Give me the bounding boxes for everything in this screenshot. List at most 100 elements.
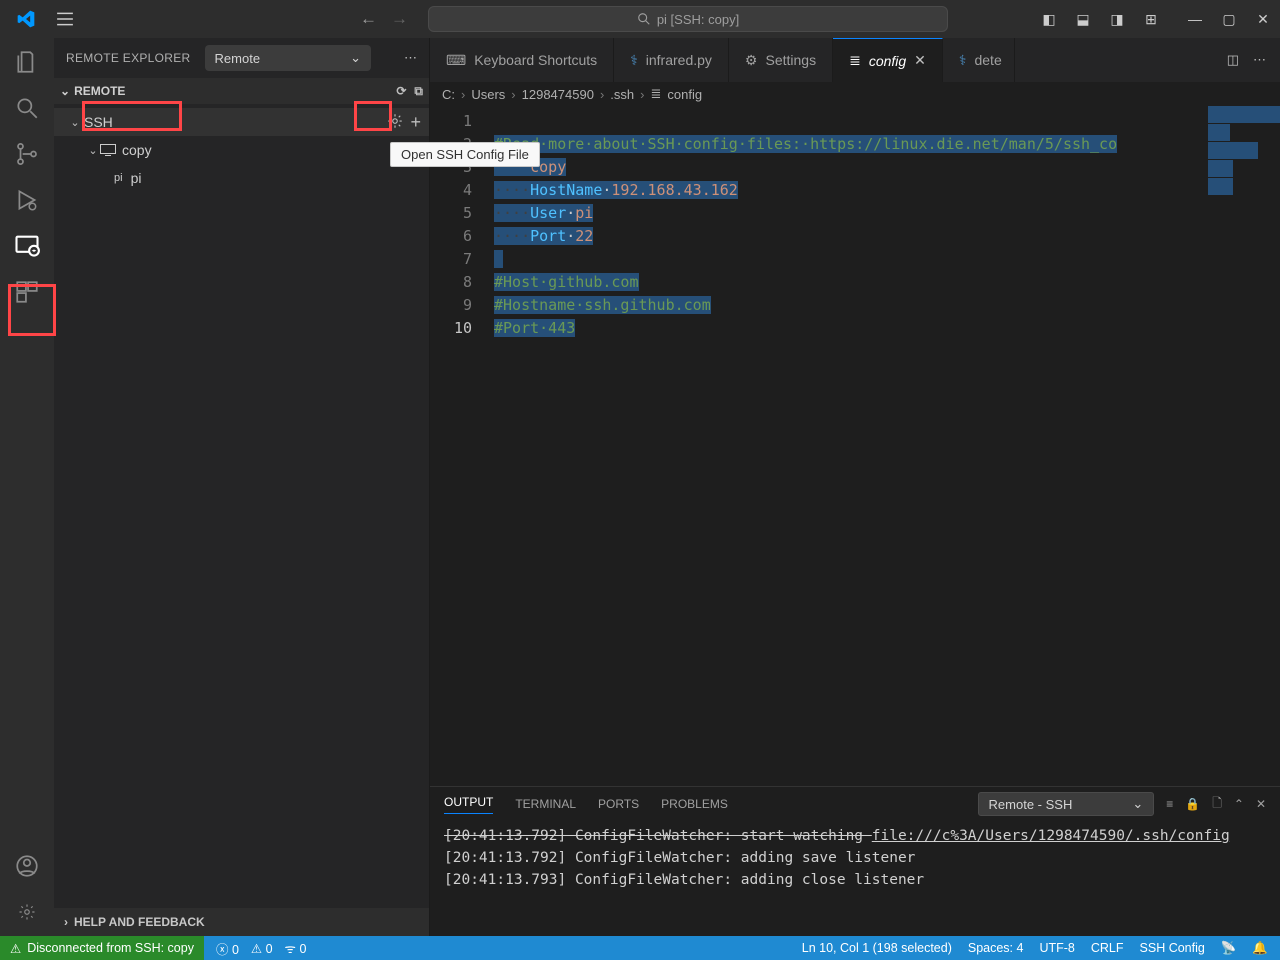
explorer-icon[interactable] bbox=[13, 48, 41, 76]
nav-back-icon[interactable]: ← bbox=[360, 9, 377, 29]
code-line: ····User·pi bbox=[494, 204, 593, 222]
breadcrumb-seg[interactable]: config bbox=[667, 87, 702, 102]
command-center[interactable]: pi [SSH: copy] bbox=[428, 6, 948, 32]
configure-ssh-icon[interactable] bbox=[386, 112, 404, 133]
minimap[interactable] bbox=[1208, 106, 1280, 786]
tab-keyboard-shortcuts[interactable]: ⌨ Keyboard Shortcuts bbox=[430, 38, 614, 82]
status-errors[interactable]: ⓧ 0 bbox=[216, 939, 239, 958]
status-remote-text: Disconnected from SSH: copy bbox=[27, 941, 194, 955]
run-debug-icon[interactable] bbox=[13, 186, 41, 214]
clear-output-icon[interactable]: 🗋 bbox=[1212, 794, 1222, 815]
tab-label: config bbox=[869, 53, 906, 69]
breadcrumb-seg[interactable]: Users bbox=[471, 87, 505, 102]
tree-label: copy bbox=[122, 142, 152, 158]
menu-icon[interactable] bbox=[56, 10, 74, 28]
status-ports[interactable]: ᯤ 0 bbox=[285, 940, 307, 957]
window-close-icon[interactable]: ✕ bbox=[1254, 11, 1272, 28]
search-icon[interactable] bbox=[13, 94, 41, 122]
layout-customize-icon[interactable]: ⊞ bbox=[1142, 11, 1160, 28]
tree-item-ssh[interactable]: ⌄ SSH + bbox=[54, 108, 429, 136]
vscode-logo-icon bbox=[16, 9, 36, 29]
remote-type-select[interactable]: Remote ⌄ bbox=[205, 45, 371, 71]
tab-infrared[interactable]: ⚕ infrared.py bbox=[614, 38, 729, 82]
status-language[interactable]: SSH Config bbox=[1140, 941, 1205, 955]
code-line: ····HostName·192.168.43.162 bbox=[494, 181, 738, 199]
title-bar: ← → pi [SSH: copy] ◧ ⬓ ◨ ⊞ — ▢ ✕ bbox=[0, 0, 1280, 38]
feedback-icon[interactable]: 📡 bbox=[1221, 941, 1237, 956]
log-line: [20:41:13.792] ConfigFileWatcher: adding… bbox=[444, 847, 1266, 869]
close-icon[interactable]: ✕ bbox=[914, 52, 926, 69]
tree-label: SSH bbox=[84, 114, 113, 130]
tab-label: Keyboard Shortcuts bbox=[474, 52, 597, 68]
status-eol[interactable]: CRLF bbox=[1091, 941, 1124, 955]
breadcrumb-seg[interactable]: 1298474590 bbox=[522, 87, 594, 102]
status-indent[interactable]: Spaces: 4 bbox=[968, 941, 1024, 955]
layout-left-icon[interactable]: ◧ bbox=[1040, 11, 1058, 28]
code-editor[interactable]: #Read·more·about·SSH·config·files:·https… bbox=[494, 106, 1280, 786]
file-icon: ≣ bbox=[849, 52, 861, 69]
breadcrumb-seg[interactable]: C: bbox=[442, 87, 455, 102]
accounts-icon[interactable] bbox=[13, 852, 41, 880]
remote-explorer-icon[interactable] bbox=[13, 232, 41, 260]
search-icon bbox=[637, 12, 651, 26]
breadcrumb-seg[interactable]: .ssh bbox=[610, 87, 634, 102]
tree-item-copy[interactable]: ⌄ copy bbox=[54, 136, 429, 164]
filter-icon[interactable]: ≡ bbox=[1166, 797, 1173, 811]
window-minimize-icon[interactable]: — bbox=[1186, 11, 1204, 27]
panel-tab-ports[interactable]: PORTS bbox=[598, 797, 639, 811]
panel-tab-problems[interactable]: PROBLEMS bbox=[661, 797, 728, 811]
sidebar-more-icon[interactable]: ⋯ bbox=[404, 50, 417, 66]
nav-forward-icon[interactable]: → bbox=[391, 9, 408, 29]
breadcrumb[interactable]: C:› Users› 1298474590› .ssh› ≣ config bbox=[430, 82, 1280, 106]
layout-bottom-icon[interactable]: ⬓ bbox=[1074, 11, 1092, 28]
panel-tab-terminal[interactable]: TERMINAL bbox=[515, 797, 576, 811]
tab-label: dete bbox=[974, 52, 1001, 68]
split-editor-icon[interactable]: ◫ bbox=[1227, 52, 1239, 68]
refresh-icon[interactable]: ⟳ bbox=[396, 84, 406, 99]
tab-settings[interactable]: ⚙ Settings bbox=[729, 38, 833, 82]
panel-tab-output[interactable]: OUTPUT bbox=[444, 795, 493, 814]
more-actions-icon[interactable]: ⋯ bbox=[1253, 52, 1266, 68]
python-icon: ⚕ bbox=[630, 52, 638, 69]
code-line: #Host·github.com bbox=[494, 273, 639, 291]
tab-config[interactable]: ≣ config ✕ bbox=[833, 38, 943, 82]
chevron-right-icon: › bbox=[64, 915, 68, 929]
status-encoding[interactable]: UTF-8 bbox=[1039, 941, 1074, 955]
status-remote[interactable]: ⚠ Disconnected from SSH: copy bbox=[0, 936, 204, 960]
panel-close-icon[interactable]: ✕ bbox=[1256, 797, 1266, 811]
section-remote[interactable]: ⌄ REMOTE ⟳ ⧉ bbox=[54, 78, 429, 104]
log-link[interactable]: file:///c%3A/Users/1298474590/.ssh/confi… bbox=[872, 828, 1230, 844]
extensions-icon[interactable] bbox=[13, 278, 41, 306]
status-cursor[interactable]: Ln 10, Col 1 (198 selected) bbox=[802, 941, 952, 955]
activity-bar bbox=[0, 38, 54, 936]
output-source-select[interactable]: Remote - SSH ⌄ bbox=[978, 792, 1155, 816]
code-line: #Port·443 bbox=[494, 319, 575, 337]
bell-icon[interactable]: 🔔 bbox=[1252, 941, 1268, 956]
tree-item-pi[interactable]: pi pi bbox=[54, 164, 429, 192]
python-icon: ⚕ bbox=[959, 52, 967, 69]
remote-tree: ⌄ SSH + ⌄ copy pi pi bbox=[54, 104, 429, 192]
chevron-down-icon: ⌄ bbox=[86, 144, 100, 157]
remote-type-value: Remote bbox=[215, 51, 261, 66]
lock-scroll-icon[interactable]: 🔒 bbox=[1185, 797, 1200, 811]
status-warnings[interactable]: ⚠ 0 bbox=[251, 941, 273, 956]
sidebar: REMOTE EXPLORER Remote ⌄ ⋯ ⌄ REMOTE ⟳ ⧉ … bbox=[54, 38, 430, 936]
chevron-down-icon: ⌄ bbox=[1132, 796, 1143, 812]
pi-badge: pi bbox=[114, 172, 123, 184]
sidebar-title: REMOTE EXPLORER bbox=[66, 51, 191, 65]
chevron-down-icon: ⌄ bbox=[68, 116, 82, 129]
add-ssh-host-icon[interactable]: + bbox=[410, 112, 421, 133]
tab-label: Settings bbox=[765, 52, 816, 68]
settings-gear-icon[interactable] bbox=[13, 898, 41, 926]
window-maximize-icon[interactable]: ▢ bbox=[1220, 11, 1238, 28]
tab-dete[interactable]: ⚕ dete bbox=[943, 38, 1015, 82]
panel-maximize-icon[interactable]: ⌃ bbox=[1234, 797, 1244, 811]
section-help-feedback[interactable]: › HELP AND FEEDBACK bbox=[54, 908, 429, 936]
source-control-icon[interactable] bbox=[13, 140, 41, 168]
new-window-icon[interactable]: ⧉ bbox=[414, 84, 423, 99]
code-line: #Hostname·ssh.github.com bbox=[494, 296, 711, 314]
gear-icon: ⚙ bbox=[745, 52, 758, 69]
chevron-down-icon: ⌄ bbox=[350, 50, 361, 66]
output-log[interactable]: [20:41:13.792] ConfigFileWatcher: start … bbox=[430, 821, 1280, 936]
layout-right-icon[interactable]: ◨ bbox=[1108, 11, 1126, 28]
